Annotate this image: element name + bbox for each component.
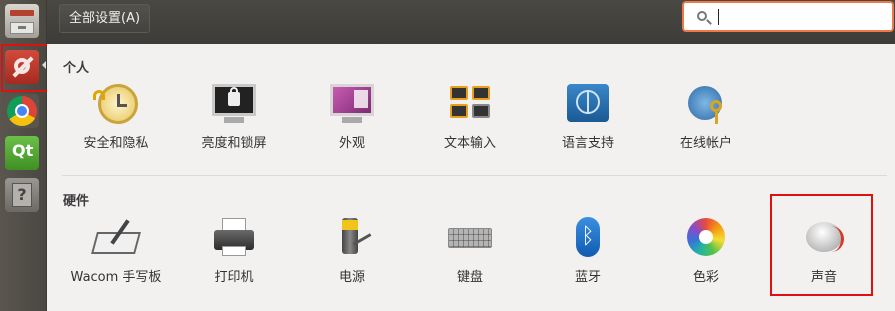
brightness-lock-icon — [210, 82, 258, 128]
text-cursor — [718, 9, 719, 25]
item-text-entry[interactable]: 文本输入 — [414, 82, 526, 153]
bluetooth-icon: ᛒ — [564, 216, 612, 262]
sound-highlight-box — [770, 194, 873, 296]
item-printer[interactable]: 打印机 — [178, 216, 290, 287]
search-input[interactable] — [682, 1, 894, 32]
item-wacom-tablet[interactable]: Wacom 手写板 — [60, 216, 172, 287]
item-label: 键盘 — [456, 270, 483, 285]
item-label: 外观 — [338, 136, 365, 151]
online-accounts-icon — [682, 82, 730, 128]
item-color[interactable]: 色彩 — [650, 216, 762, 287]
file-cabinet-icon[interactable] — [5, 4, 39, 38]
qt-creator-icon[interactable]: Qt — [5, 136, 39, 170]
item-label: 语言支持 — [561, 136, 614, 151]
language-support-icon — [564, 82, 612, 128]
all-settings-button[interactable]: 全部设置(A) — [59, 4, 151, 33]
item-label: 打印机 — [214, 270, 254, 285]
section-title-hardware: 硬件 — [63, 194, 90, 209]
power-icon — [328, 216, 376, 262]
item-security-privacy[interactable]: 安全和隐私 — [60, 82, 172, 153]
item-label: 文本输入 — [443, 136, 496, 151]
launcher: Qt ? — [0, 0, 53, 311]
item-appearance[interactable]: 外观 — [296, 82, 408, 153]
settings-panel: 个人 安全和隐私 亮度和锁屏 外观 文本输入 语言支持 在线帐户 硬件 Waco… — [47, 44, 895, 311]
item-label: 亮度和锁屏 — [201, 136, 267, 151]
item-online-accounts[interactable]: 在线帐户 — [650, 82, 762, 153]
item-bluetooth[interactable]: ᛒ 蓝牙 — [532, 216, 644, 287]
keyboard-icon — [446, 216, 494, 262]
help-icon[interactable]: ? — [5, 178, 39, 212]
color-icon — [682, 216, 730, 262]
item-label: Wacom 手写板 — [70, 270, 162, 285]
toolbar: 全部设置(A) — [47, 0, 895, 44]
section-title-personal: 个人 — [63, 61, 90, 76]
wacom-tablet-icon — [91, 216, 141, 262]
chrome-icon[interactable] — [5, 94, 39, 128]
item-keyboard[interactable]: 键盘 — [414, 216, 526, 287]
printer-icon — [210, 216, 258, 262]
item-brightness-lock[interactable]: 亮度和锁屏 — [178, 82, 290, 153]
appearance-icon — [328, 82, 376, 128]
item-power[interactable]: 电源 — [296, 216, 408, 287]
item-label: 色彩 — [692, 270, 719, 285]
section-divider — [62, 175, 887, 176]
security-privacy-icon — [92, 82, 140, 128]
text-entry-icon — [446, 82, 494, 128]
item-label: 安全和隐私 — [83, 136, 149, 151]
item-language-support[interactable]: 语言支持 — [532, 82, 644, 153]
launcher-active-arrow — [42, 61, 46, 69]
item-label: 蓝牙 — [574, 270, 601, 285]
item-label: 在线帐户 — [679, 136, 732, 151]
item-label: 电源 — [338, 270, 365, 285]
